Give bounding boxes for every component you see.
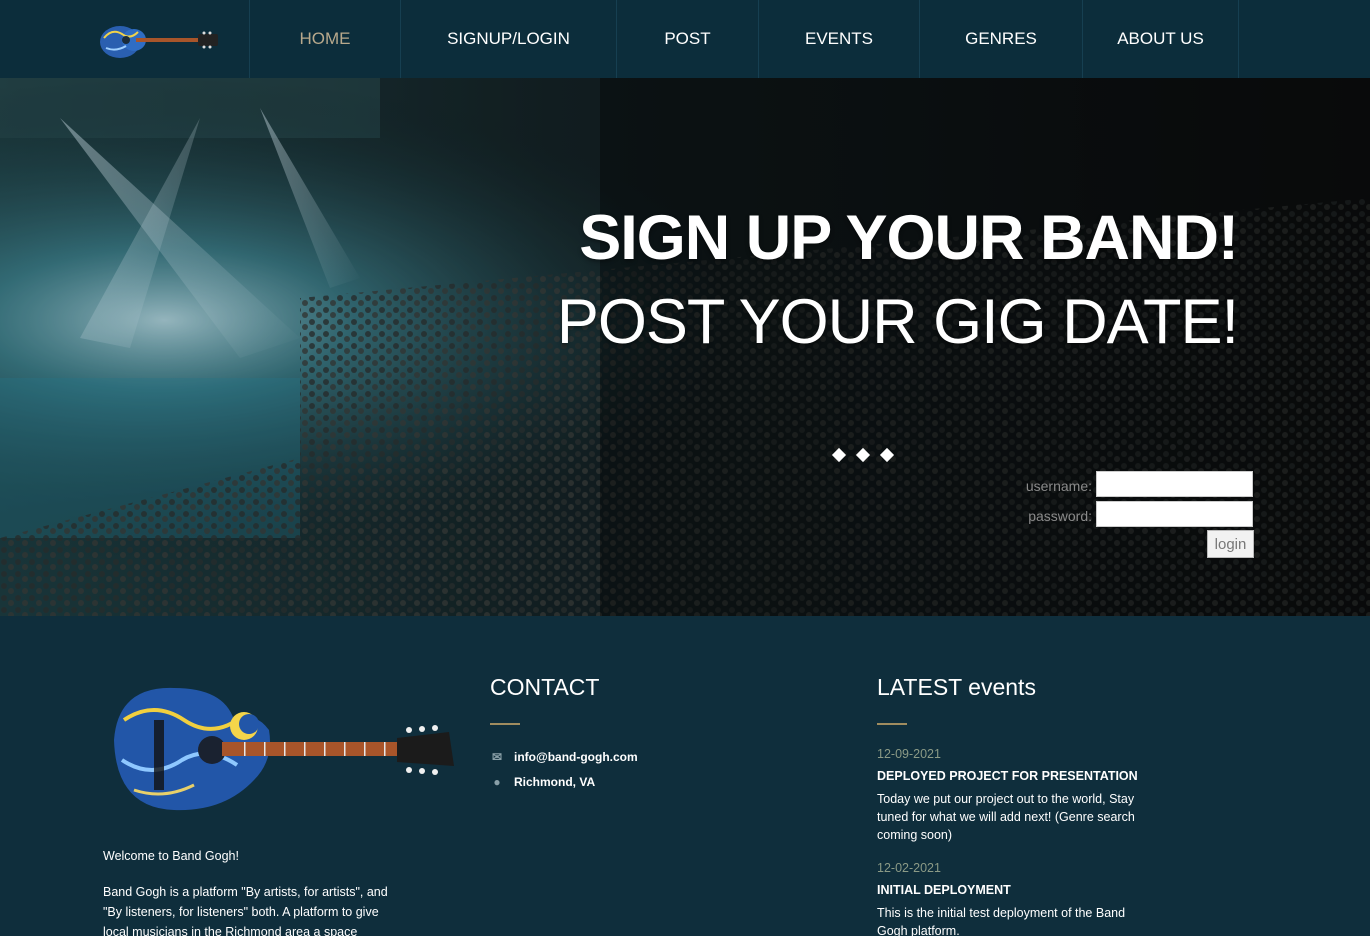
carousel-dot[interactable] bbox=[831, 447, 847, 463]
map-marker-icon: ● bbox=[493, 775, 501, 789]
event-date: 12-09-2021 bbox=[877, 747, 941, 761]
contact-location-text: Richmond, VA bbox=[514, 775, 596, 789]
about-text: Band Gogh is a platform "By artists, for… bbox=[103, 885, 388, 936]
events-title-underline bbox=[877, 723, 907, 725]
carousel-dot[interactable] bbox=[855, 447, 871, 463]
nav-genres[interactable]: GENRES bbox=[919, 0, 1082, 78]
starry-night-guitar-image bbox=[114, 687, 454, 811]
contact-location: ● Richmond, VA bbox=[490, 775, 595, 789]
nav-events[interactable]: EVENTS bbox=[758, 0, 919, 78]
welcome-text: Welcome to Band Gogh! bbox=[103, 849, 239, 863]
nav-post[interactable]: POST bbox=[616, 0, 758, 78]
event-description: Today we put our project out to the worl… bbox=[877, 792, 1135, 842]
contact-email[interactable]: ✉ info@band-gogh.com bbox=[490, 750, 638, 764]
hero-banner: SIGN UP YOUR BAND! POST YOUR GIG DATE! u… bbox=[0, 78, 1370, 616]
latest-events-title: LATEST events bbox=[877, 674, 1036, 700]
hero-headline: SIGN UP YOUR BAND! bbox=[579, 203, 1239, 273]
nav-signup-login[interactable]: SIGNUP/LOGIN bbox=[400, 0, 616, 78]
guitar-logo[interactable] bbox=[98, 16, 222, 64]
username-label: username: bbox=[1025, 478, 1092, 494]
nav-home[interactable]: HOME bbox=[249, 0, 400, 78]
event-date: 12-02-2021 bbox=[877, 861, 941, 875]
contact-title: CONTACT bbox=[490, 674, 600, 700]
nav-divider bbox=[1238, 0, 1239, 78]
event-description: This is the initial test deployment of t… bbox=[877, 906, 1126, 936]
carousel-indicators bbox=[831, 447, 895, 463]
login-form: username: password: login bbox=[1000, 471, 1260, 558]
contact-email-text[interactable]: info@band-gogh.com bbox=[514, 750, 638, 764]
event-title[interactable]: DEPLOYED PROJECT FOR PRESENTATION bbox=[877, 769, 1138, 783]
password-input[interactable] bbox=[1096, 501, 1253, 527]
hero-subline: POST YOUR GIG DATE! bbox=[556, 287, 1239, 357]
password-label: password: bbox=[1028, 508, 1092, 524]
footer: Welcome to Band Gogh! Band Gogh is a pla… bbox=[0, 616, 1370, 936]
top-navbar: HOME SIGNUP/LOGIN POST EVENTS GENRES ABO… bbox=[0, 0, 1370, 78]
contact-title-underline bbox=[490, 723, 520, 725]
envelope-icon: ✉ bbox=[491, 750, 503, 764]
login-button[interactable]: login bbox=[1207, 530, 1254, 558]
nav-about-us[interactable]: ABOUT US bbox=[1082, 0, 1238, 78]
carousel-dot[interactable] bbox=[879, 447, 895, 463]
event-title[interactable]: INITIAL DEPLOYMENT bbox=[877, 883, 1011, 897]
username-input[interactable] bbox=[1096, 471, 1253, 497]
